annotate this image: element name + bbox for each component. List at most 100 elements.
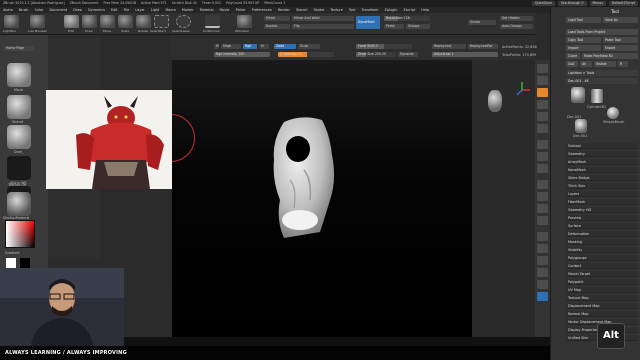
paste-tool-button[interactable]: Paste Tool <box>603 37 638 43</box>
ghost-button[interactable] <box>537 268 548 277</box>
menu-color[interactable]: Color <box>35 8 44 12</box>
copy-tool-button[interactable]: Copy Tool <box>566 37 601 43</box>
replay-last-rel-button[interactable]: ReplayLastRel <box>468 44 498 49</box>
default-zscript-button[interactable]: DefaultZScript <box>608 1 638 6</box>
rgb-button[interactable]: Rgb <box>243 44 257 49</box>
alpha-off-icon[interactable] <box>7 156 31 180</box>
actual-button[interactable] <box>537 112 548 121</box>
local-button[interactable] <box>537 164 548 173</box>
menu-material[interactable]: Material <box>200 8 214 12</box>
menu-preferences[interactable]: Preferences <box>252 8 272 12</box>
persp-button[interactable] <box>537 140 548 149</box>
menu-document[interactable]: Document <box>50 8 68 12</box>
del-hidden-button[interactable]: Del Hidden <box>500 16 533 21</box>
select-rect-icon[interactable] <box>154 15 169 28</box>
geometry-section[interactable]: Geometry <box>566 151 638 157</box>
goz-visible-button[interactable]: Visible <box>594 61 616 67</box>
bpr-button[interactable] <box>537 64 548 73</box>
menu-marker[interactable]: Marker <box>182 8 194 12</box>
menu-light[interactable]: Light <box>151 8 159 12</box>
clone-button[interactable]: Clone <box>566 53 580 59</box>
adjust-last-slider[interactable]: AdjustLast 1 <box>432 52 498 57</box>
frame-button[interactable] <box>537 180 548 189</box>
load-tools-from-project-button[interactable]: Load Tools From Project <box>566 29 638 35</box>
groups-button[interactable]: Groups <box>406 24 430 29</box>
zadd-button[interactable]: Zadd <box>274 44 296 49</box>
zsub-button[interactable]: Zsub <box>298 44 320 49</box>
lightbox-icon[interactable] <box>4 15 19 28</box>
menu-texture[interactable]: Texture <box>330 8 342 12</box>
aahalf-button[interactable] <box>537 124 548 133</box>
surface-section[interactable]: Surface <box>566 223 638 229</box>
mirror-and-weld-button[interactable]: Mirror And Weld <box>292 16 354 21</box>
nanomesh-section[interactable]: NanoMesh <box>566 167 638 173</box>
draw-mode-icon[interactable] <box>82 15 97 28</box>
make-polymesh3d-button[interactable]: Make PolyMesh3D <box>582 53 638 59</box>
move-mode-icon[interactable] <box>100 15 115 28</box>
quicksave-button[interactable]: QuickSave <box>531 1 555 6</box>
live-boolean-icon[interactable] <box>30 15 45 28</box>
knife-curve-icon[interactable] <box>205 15 220 28</box>
focal-shift-slider[interactable]: Focal Shift 0 <box>356 44 412 49</box>
menu-brush[interactable]: Brush <box>19 8 29 12</box>
masking-section[interactable]: Masking <box>566 239 638 245</box>
zoom-button[interactable] <box>537 100 548 109</box>
floor-button[interactable] <box>537 152 548 161</box>
move-view-button[interactable] <box>537 192 548 201</box>
viewport-canvas[interactable] <box>172 60 472 337</box>
menu-movie[interactable]: Movie <box>219 8 229 12</box>
zoom3d-button[interactable] <box>537 204 548 213</box>
geometry-hd-section[interactable]: Geometry HD <box>566 207 638 213</box>
head-navigator-icon[interactable] <box>488 90 502 112</box>
preview-section[interactable]: Preview <box>566 215 638 221</box>
spix-button[interactable] <box>537 76 548 85</box>
menu-tool[interactable]: Tool <box>349 8 356 12</box>
menu-alpha[interactable]: Alpha <box>3 8 13 12</box>
contact-section[interactable]: Contact <box>566 263 638 269</box>
m-button[interactable]: M <box>259 44 269 49</box>
goz-r-button[interactable]: R <box>618 61 628 67</box>
menu-zplugin[interactable]: Zplugin <box>385 8 398 12</box>
menu-edit[interactable]: Edit <box>111 8 118 12</box>
auto-groups-button[interactable]: Auto Groups <box>500 24 533 29</box>
visibility-section[interactable]: Visibility <box>566 247 638 253</box>
menu-layer[interactable]: Layer <box>135 8 144 12</box>
replay-last-button[interactable]: ReplayLast <box>432 44 466 49</box>
arraymesh-section[interactable]: ArrayMesh <box>566 159 638 165</box>
polygroups-section[interactable]: Polygroups <box>566 255 638 261</box>
simplebrush-thumbnail[interactable] <box>607 107 619 119</box>
axis-gizmo-icon[interactable] <box>512 80 532 100</box>
home-page-button[interactable]: Home Page <box>4 46 34 51</box>
material-sphere-icon[interactable] <box>7 192 31 216</box>
dec-tool-thumbnail[interactable] <box>571 87 585 103</box>
goz-all-button[interactable]: All <box>580 61 592 67</box>
z-intensity-slider[interactable]: Z Intensity 51 <box>278 52 334 57</box>
rotate-view-button[interactable] <box>537 216 548 225</box>
mirror-button[interactable]: Mirror <box>264 16 290 21</box>
menu-help[interactable]: Help <box>421 8 429 12</box>
morph-target-section[interactable]: Morph Target <box>566 271 638 277</box>
flip-button[interactable]: Flip <box>292 24 354 29</box>
divide-button[interactable]: Divide <box>468 20 496 25</box>
menu-dynamics[interactable]: Dynamics <box>88 8 105 12</box>
polish-button[interactable]: Polish <box>384 24 404 29</box>
displacement-map-section[interactable]: Displacement Map <box>566 303 638 309</box>
dam-brush-icon[interactable] <box>7 125 31 149</box>
normal-map-section[interactable]: Normal Map <box>566 311 638 317</box>
polypaint-section[interactable]: Polypaint <box>566 279 638 285</box>
export-button[interactable]: Export <box>603 45 638 51</box>
dec-subtool-thumbnail[interactable] <box>575 119 587 133</box>
polyf-button[interactable] <box>537 244 548 253</box>
load-tool-button[interactable]: Load Tool <box>566 17 601 23</box>
layers-section[interactable]: Layers <box>566 191 638 197</box>
color-picker[interactable] <box>5 220 35 248</box>
menu-macro[interactable]: Macro <box>165 8 175 12</box>
thick-skin-section[interactable]: Thick Skin <box>566 183 638 189</box>
line-fill-button[interactable] <box>537 232 548 241</box>
menu-draw[interactable]: Draw <box>73 8 82 12</box>
slime-bridge-section[interactable]: Slime Bridge <box>566 175 638 181</box>
move-brush-icon[interactable] <box>7 63 31 87</box>
scale-mode-icon[interactable] <box>118 15 133 28</box>
transp-button[interactable] <box>537 256 548 265</box>
menu-stroke[interactable]: Stroke <box>314 8 325 12</box>
